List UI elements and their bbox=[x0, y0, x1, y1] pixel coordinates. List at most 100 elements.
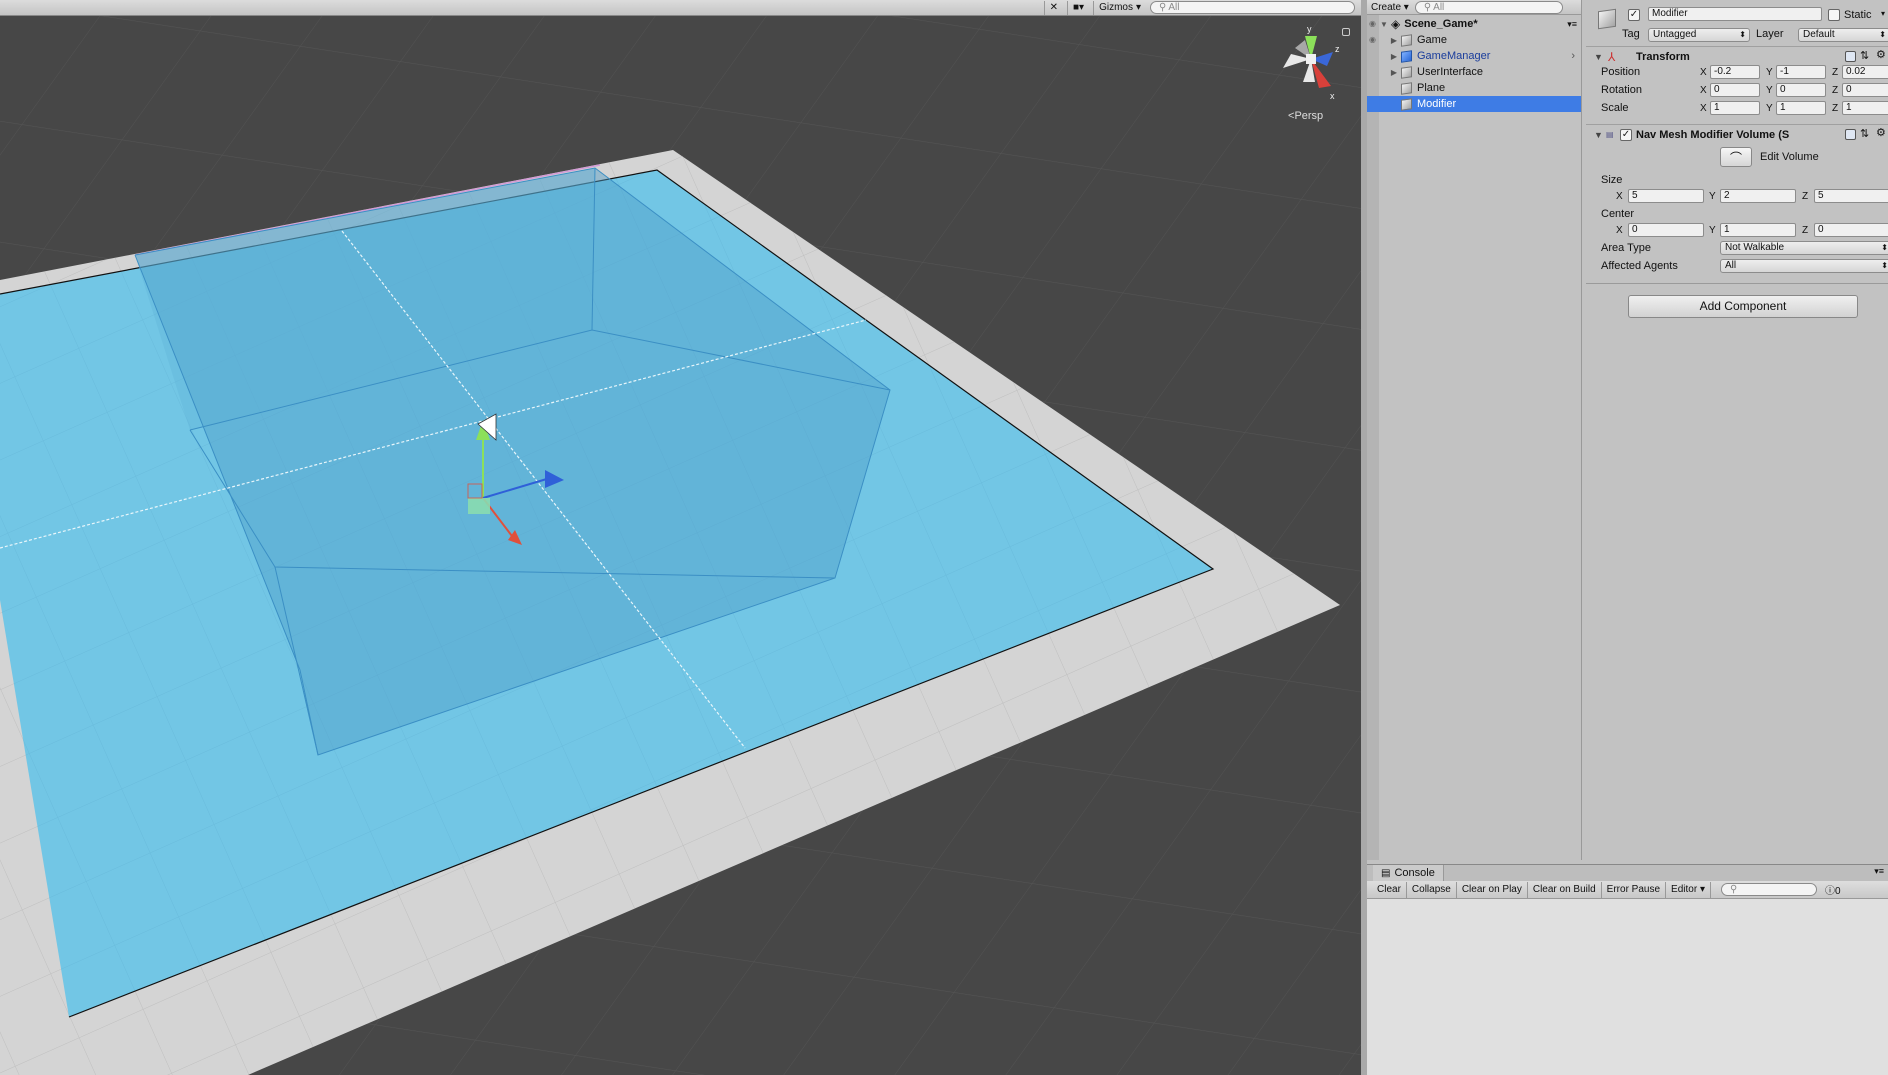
scene-view[interactable]: ✕ ■▾ Gizmos ▾ ⚲ All y z x <Persp bbox=[0, 0, 1361, 1075]
chevron-down-icon: ▾ bbox=[1403, 1, 1409, 13]
position-z-input[interactable]: 0.02 bbox=[1842, 65, 1888, 79]
clear-on-play-button[interactable]: Clear on Play bbox=[1457, 881, 1528, 898]
gear-icon[interactable]: ⚙ bbox=[1876, 126, 1886, 139]
tag-dropdown[interactable]: Untagged bbox=[1648, 28, 1750, 42]
hierarchy-item-label: Plane bbox=[1417, 82, 1446, 94]
chevron-right-icon[interactable]: › bbox=[1571, 50, 1575, 62]
hierarchy-search-input[interactable]: ⚲ All bbox=[1414, 0, 1563, 14]
expand-right-icon[interactable]: ▶ bbox=[1389, 36, 1399, 45]
axis-x-label: X bbox=[1616, 191, 1623, 202]
console-tab-label: Console bbox=[1394, 867, 1435, 879]
clear-on-build-button[interactable]: Clear on Build bbox=[1528, 881, 1602, 898]
size-x-input[interactable]: 5 bbox=[1628, 189, 1704, 203]
scale-x-input[interactable]: 1 bbox=[1710, 101, 1760, 115]
eye-icon[interactable]: ◉ bbox=[1369, 35, 1376, 44]
hierarchy-item-game[interactable]: ▶ Game bbox=[1389, 32, 1581, 48]
unity-scene-icon: ◈ bbox=[1391, 17, 1401, 31]
size-z-input[interactable]: 5 bbox=[1814, 189, 1888, 203]
editor-dropdown[interactable]: Editor ▾ bbox=[1666, 881, 1711, 898]
tools-icon[interactable]: ✕ bbox=[1043, 0, 1063, 15]
menu-icon[interactable]: ▾≡ bbox=[1874, 866, 1884, 877]
hierarchy-panel: Create ▾ ⚲ All ◉ ◉ ▼ ◈ Scene_Game* ▾≡ ▶ Ga… bbox=[1367, 0, 1582, 860]
scale-label: Scale bbox=[1601, 102, 1629, 114]
help-icon[interactable] bbox=[1845, 51, 1856, 62]
rotation-x-input[interactable]: 0 bbox=[1710, 83, 1760, 97]
gizmos-label: Gizmos bbox=[1099, 1, 1133, 13]
component-enabled-checkbox[interactable]: ✓ bbox=[1620, 129, 1632, 141]
expand-down-icon[interactable]: ▼ bbox=[1379, 20, 1389, 29]
gizmos-dropdown[interactable]: Gizmos ▾ bbox=[1093, 0, 1146, 15]
foldout-down-icon[interactable]: ▼ bbox=[1594, 52, 1603, 62]
navmesh-modifier-title: Nav Mesh Modifier Volume (S bbox=[1636, 128, 1790, 141]
scene-search-input[interactable]: ⚲ All bbox=[1150, 1, 1355, 14]
orientation-gizmo[interactable]: y z x bbox=[1275, 24, 1345, 104]
hierarchy-item-plane[interactable]: Plane bbox=[1389, 80, 1581, 96]
rotation-z-input[interactable]: 0 bbox=[1842, 83, 1888, 97]
navmesh-modifier-header[interactable]: ▼ ▤ ✓ Nav Mesh Modifier Volume (S ⇅ ⚙ bbox=[1586, 124, 1888, 144]
transform-header[interactable]: ▼ ⅄ Transform ⇅ ⚙ bbox=[1586, 46, 1888, 66]
hierarchy-toolbar: Create ▾ ⚲ All bbox=[1367, 0, 1581, 15]
axis-x-label: X bbox=[1616, 225, 1623, 236]
affected-agents-label: Affected Agents bbox=[1601, 260, 1678, 272]
gameobject-icon bbox=[1401, 97, 1412, 111]
layer-dropdown[interactable]: Default bbox=[1798, 28, 1888, 42]
chevron-down-icon[interactable]: ▾ bbox=[1881, 9, 1885, 18]
visibility-gutter[interactable]: ◉ ◉ bbox=[1367, 15, 1379, 860]
console-search-input[interactable]: ⚲ bbox=[1720, 883, 1817, 896]
editor-label: Editor bbox=[1671, 883, 1698, 895]
gear-icon[interactable]: ⚙ bbox=[1876, 48, 1886, 61]
inspector-panel: ✓ Modifier Static ▾ Tag Untagged Layer D… bbox=[1586, 0, 1888, 860]
position-y-input[interactable]: -1 bbox=[1776, 65, 1826, 79]
axis-x-label: X bbox=[1700, 67, 1707, 78]
scale-y-input[interactable]: 1 bbox=[1776, 101, 1826, 115]
rotation-y-input[interactable]: 0 bbox=[1776, 83, 1826, 97]
axis-y-label: Y bbox=[1766, 67, 1773, 78]
camera-icon[interactable]: ■▾ bbox=[1067, 0, 1089, 15]
hierarchy-item-gamemanager[interactable]: ▶ GameManager › bbox=[1389, 48, 1581, 64]
unity-editor: ✕ ■▾ Gizmos ▾ ⚲ All y z x <Persp Create … bbox=[0, 0, 1888, 1075]
foldout-down-icon[interactable]: ▼ bbox=[1594, 130, 1603, 140]
size-y-input[interactable]: 2 bbox=[1720, 189, 1796, 203]
add-component-button[interactable]: Add Component bbox=[1628, 295, 1858, 318]
object-name-input[interactable]: Modifier bbox=[1648, 7, 1822, 21]
collapse-button[interactable]: Collapse bbox=[1407, 881, 1457, 898]
gizmo-z-label: z bbox=[1335, 44, 1340, 54]
edit-bounds-icon: ⌒ bbox=[1729, 150, 1742, 165]
layer-label: Layer bbox=[1756, 28, 1784, 40]
scale-z-input[interactable]: 1 bbox=[1842, 101, 1888, 115]
create-label: Create bbox=[1371, 1, 1402, 13]
axis-x-label: X bbox=[1700, 103, 1707, 114]
expand-right-icon[interactable]: ▶ bbox=[1389, 52, 1399, 61]
scene-root-row[interactable]: ▼ ◈ Scene_Game* ▾≡ bbox=[1379, 16, 1581, 32]
axis-z-label: Z bbox=[1802, 225, 1809, 236]
expand-right-icon[interactable]: ▶ bbox=[1389, 68, 1399, 77]
preset-icon[interactable]: ⇅ bbox=[1860, 49, 1869, 62]
hierarchy-item-modifier[interactable]: Modifier bbox=[1367, 96, 1581, 112]
clear-button[interactable]: Clear bbox=[1372, 881, 1407, 898]
center-z-input[interactable]: 0 bbox=[1814, 223, 1888, 237]
error-pause-button[interactable]: Error Pause bbox=[1602, 881, 1667, 898]
console-icon: ▤ bbox=[1381, 867, 1391, 879]
area-type-dropdown[interactable]: Not Walkable bbox=[1720, 241, 1888, 255]
center-y-input[interactable]: 1 bbox=[1720, 223, 1796, 237]
help-icon[interactable] bbox=[1845, 129, 1856, 140]
position-x-input[interactable]: -0.2 bbox=[1710, 65, 1760, 79]
chevron-down-icon: ▾ bbox=[1135, 1, 1141, 13]
active-checkbox[interactable]: ✓ bbox=[1628, 9, 1640, 21]
menu-icon[interactable]: ▾≡ bbox=[1567, 19, 1577, 30]
center-x-input[interactable]: 0 bbox=[1628, 223, 1704, 237]
affected-agents-dropdown[interactable]: All bbox=[1720, 259, 1888, 273]
preset-icon[interactable]: ⇅ bbox=[1860, 127, 1869, 140]
axis-y-label: Y bbox=[1766, 85, 1773, 96]
create-dropdown[interactable]: Create ▾ bbox=[1371, 2, 1409, 13]
edit-volume-button[interactable]: ⌒ bbox=[1720, 147, 1752, 167]
static-checkbox[interactable] bbox=[1828, 9, 1840, 21]
lock-icon[interactable] bbox=[1342, 28, 1350, 36]
scene-viewport[interactable] bbox=[0, 16, 1361, 1075]
projection-toggle[interactable]: <Persp bbox=[1288, 110, 1323, 122]
hierarchy-item-userinterface[interactable]: ▶ UserInterface bbox=[1389, 64, 1581, 80]
gameobject-icon bbox=[1598, 8, 1616, 30]
error-count-toggle[interactable]: ⓘ0 bbox=[1825, 882, 1841, 897]
tab-console[interactable]: ▤ Console bbox=[1373, 865, 1444, 881]
eye-icon[interactable]: ◉ bbox=[1369, 19, 1376, 28]
